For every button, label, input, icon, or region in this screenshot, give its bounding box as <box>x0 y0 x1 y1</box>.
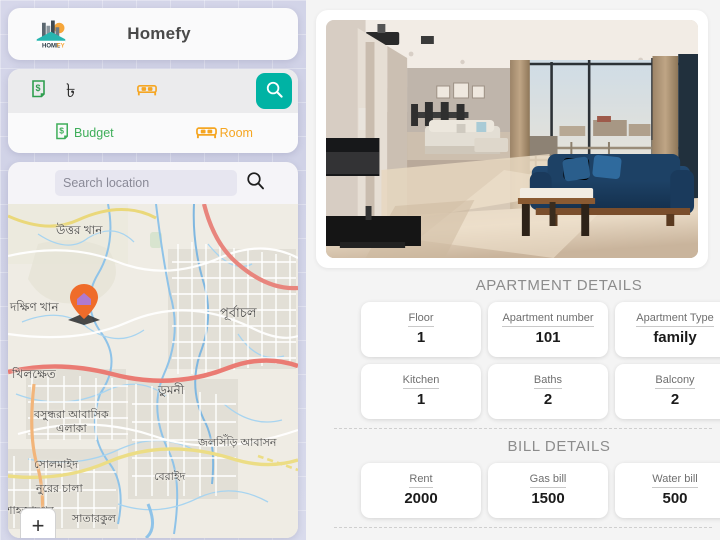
filter-icon-row: $ ৳ <box>8 69 298 113</box>
detail-label: Gas bill <box>529 473 567 489</box>
map-search-bar <box>8 162 298 204</box>
right-panel: APARTMENT DETAILS Floor 1 Apartment numb… <box>306 0 720 540</box>
budget-money-icon[interactable]: $ <box>32 79 48 103</box>
detail-card-apartment-type[interactable]: Apartment Type family <box>615 302 720 357</box>
apartment-details-heading: APARTMENT DETAILS <box>475 277 643 294</box>
detail-label: Apartment Type <box>636 312 714 328</box>
search-button[interactable] <box>256 73 292 109</box>
detail-card-balcony[interactable]: Balcony 2 <box>615 364 720 419</box>
bill-details-grid: Rent 2000 Gas bill 1500 Water bill 500 <box>306 463 720 518</box>
map-zoom-in-button[interactable]: + <box>20 508 56 538</box>
brand-bar: HOME FY Homefy <box>8 8 298 60</box>
detail-label: Balcony <box>655 374 695 390</box>
budget-money-icon: $ <box>56 123 71 143</box>
apartment-living-room-photo[interactable] <box>326 20 698 258</box>
svg-text:$: $ <box>59 125 64 135</box>
filter-chip-room-label: Room <box>219 126 253 140</box>
svg-text:$: $ <box>35 83 40 93</box>
detail-card-gas-bill[interactable]: Gas bill 1500 <box>488 463 608 518</box>
homefy-logo-icon: HOME FY <box>34 19 68 50</box>
room-bed-icon[interactable] <box>137 82 158 101</box>
detail-card-floor[interactable]: Floor 1 <box>361 302 481 357</box>
detail-value: 500 <box>662 490 688 508</box>
detail-label: Kitchen <box>402 374 440 390</box>
search-icon[interactable] <box>246 171 266 196</box>
detail-label: Floor <box>408 312 434 328</box>
detail-value: 1500 <box>531 490 565 508</box>
listing-photo-frame <box>316 10 708 268</box>
location-pin-icon[interactable] <box>64 282 100 325</box>
detail-card-baths[interactable]: Baths 2 <box>488 364 608 419</box>
bill-details-heading: BILL DETAILS <box>507 438 611 455</box>
detail-label: Rent <box>409 473 433 489</box>
detail-card-apartment-number[interactable]: Apartment number 101 <box>488 302 608 357</box>
apartment-details-grid: Floor 1 Apartment number 101 Apartment T… <box>306 302 720 419</box>
filter-chip-budget[interactable]: $ Budget <box>56 123 114 143</box>
svg-text:FY: FY <box>57 44 65 50</box>
filter-card: $ ৳ $ Budget Room <box>8 69 298 153</box>
detail-value: family <box>653 329 697 347</box>
detail-label: Water bill <box>652 473 698 489</box>
detail-card-kitchen[interactable]: Kitchen 1 <box>361 364 481 419</box>
taka-currency-icon[interactable]: ৳ <box>66 82 75 101</box>
magnifier-icon <box>265 80 284 102</box>
filter-chip-room[interactable]: Room <box>195 124 253 142</box>
section-divider-bottom <box>334 527 712 528</box>
map-tiles <box>8 204 298 538</box>
map-card[interactable]: উত্তর খান দক্ষিণ খান পূর্বাচল খিলক্ষেত ড… <box>8 162 298 538</box>
detail-value: 2 <box>670 391 680 409</box>
app-root: HOME FY Homefy $ ৳ $ Budget Room Search … <box>0 0 720 540</box>
detail-card-water-bill[interactable]: Water bill 500 <box>615 463 720 518</box>
detail-value: 1 <box>416 329 426 347</box>
detail-label: Apartment number <box>502 312 594 328</box>
detail-label: Baths <box>533 374 563 390</box>
detail-value: 1 <box>416 391 426 409</box>
filter-chip-budget-label: Budget <box>74 126 114 140</box>
detail-value: 101 <box>535 329 561 347</box>
search-input[interactable] <box>55 170 237 196</box>
filter-chip-row: $ Budget Room <box>8 113 298 153</box>
left-panel: HOME FY Homefy $ ৳ $ Budget Room Search … <box>0 0 306 540</box>
detail-value: 2 <box>543 391 553 409</box>
detail-value: 2000 <box>404 490 438 508</box>
page-title: Homefy <box>127 24 191 43</box>
detail-card-rent[interactable]: Rent 2000 <box>361 463 481 518</box>
room-bed-icon <box>195 124 217 142</box>
map-canvas[interactable]: উত্তর খান দক্ষিণ খান পূর্বাচল খিলক্ষেত ড… <box>8 204 298 538</box>
